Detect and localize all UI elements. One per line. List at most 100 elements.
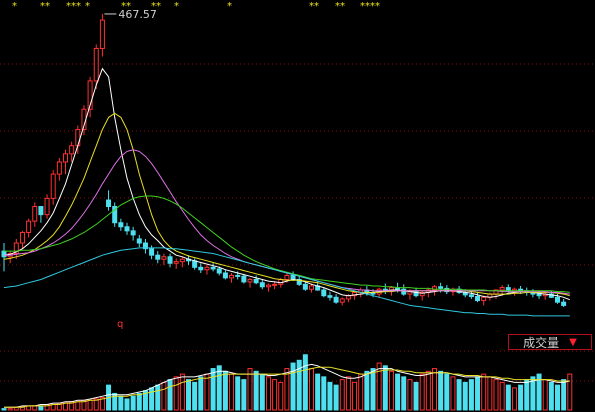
candle-body bbox=[167, 256, 173, 264]
volume-bar bbox=[99, 397, 105, 411]
candle-body bbox=[284, 274, 290, 280]
volume-bar bbox=[309, 368, 314, 411]
volume-bar bbox=[26, 405, 32, 411]
volume-indicator-dropdown[interactable]: 成交量 ▼ bbox=[508, 334, 592, 350]
volume-bar bbox=[567, 373, 573, 411]
volume-bar bbox=[302, 354, 308, 411]
volume-bar bbox=[290, 362, 296, 411]
volume-bar bbox=[44, 403, 50, 411]
volume-bar bbox=[81, 399, 87, 411]
volume-bar bbox=[327, 381, 333, 411]
candle-body bbox=[63, 153, 68, 163]
candle-body bbox=[50, 173, 56, 199]
volume-ma-line bbox=[4, 363, 570, 408]
candle-body bbox=[222, 272, 228, 279]
candle-body bbox=[26, 220, 32, 233]
candle-body bbox=[309, 285, 314, 290]
star-mark: ** bbox=[335, 1, 345, 12]
star-mark: * bbox=[174, 1, 179, 12]
volume-bar bbox=[462, 381, 468, 411]
volume-bar bbox=[432, 368, 437, 411]
volume-bar bbox=[136, 392, 142, 411]
candle-body bbox=[247, 278, 253, 283]
volume-bar bbox=[518, 384, 524, 411]
volume-bar bbox=[548, 381, 554, 411]
volume-bar bbox=[370, 368, 376, 411]
candle-body bbox=[253, 278, 259, 284]
volume-bar bbox=[505, 384, 511, 411]
candle-body bbox=[161, 256, 167, 260]
candle-body bbox=[468, 294, 474, 297]
volume-bar bbox=[13, 406, 19, 411]
candle-body bbox=[210, 266, 216, 270]
volume-bar bbox=[142, 390, 148, 411]
candle-body bbox=[136, 238, 142, 244]
volume-bar bbox=[481, 373, 487, 411]
candle-body bbox=[481, 296, 487, 302]
volume-bar bbox=[1, 408, 7, 411]
volume-bar bbox=[259, 373, 265, 411]
candle-body bbox=[130, 230, 136, 236]
candle-body bbox=[93, 47, 99, 82]
volume-bar bbox=[265, 376, 271, 411]
volume-bar bbox=[499, 381, 505, 411]
volume-ma-lines bbox=[4, 363, 570, 408]
volume-bar bbox=[450, 376, 456, 411]
star-mark: * bbox=[12, 1, 17, 12]
candle-body bbox=[401, 288, 407, 295]
volume-bar bbox=[321, 376, 327, 411]
volume-bar bbox=[112, 392, 118, 411]
volume-bar bbox=[216, 365, 222, 411]
volume-bar bbox=[204, 373, 210, 411]
volume-bar bbox=[247, 368, 253, 411]
candle-body bbox=[241, 275, 247, 283]
volume-bar bbox=[7, 408, 13, 411]
volume-bar bbox=[358, 373, 364, 411]
candle-body bbox=[198, 266, 204, 271]
volume-bar bbox=[278, 381, 284, 411]
volume-bar bbox=[444, 373, 450, 411]
volume-bar bbox=[352, 381, 358, 411]
candle-body bbox=[75, 129, 81, 147]
star-mark: * bbox=[85, 1, 90, 12]
volume-bar bbox=[38, 405, 44, 411]
candle-body bbox=[302, 283, 308, 290]
volume-bar bbox=[395, 373, 401, 411]
candle-body bbox=[339, 298, 345, 303]
candle-body bbox=[32, 206, 38, 222]
star-mark: *** bbox=[66, 1, 81, 12]
volume-bar bbox=[524, 379, 530, 411]
candle-body bbox=[333, 296, 339, 303]
candle-body bbox=[173, 261, 179, 264]
max-price-label: 467.57 bbox=[118, 8, 156, 21]
candle-body bbox=[69, 145, 75, 155]
candle-body bbox=[561, 301, 567, 306]
volume-bar bbox=[388, 370, 394, 411]
volume-bar bbox=[124, 398, 130, 411]
volume-bar bbox=[93, 398, 99, 411]
volume-bar bbox=[198, 376, 204, 411]
volume-bar bbox=[75, 401, 81, 411]
volume-bar bbox=[413, 381, 419, 411]
volume-bar bbox=[468, 379, 474, 411]
candle-body bbox=[155, 254, 161, 260]
star-mark: ** bbox=[309, 1, 319, 12]
volume-bar bbox=[382, 365, 388, 411]
candle-body bbox=[179, 258, 185, 263]
candle-body bbox=[321, 289, 327, 297]
volume-bar bbox=[106, 384, 112, 411]
volume-bar bbox=[50, 403, 56, 411]
kline-chart: * ** *** * ** ** * * ** ** **** 467.57 q 成交量 ▼ bbox=[0, 0, 595, 412]
candle-body bbox=[555, 296, 560, 303]
volume-grid bbox=[0, 350, 595, 382]
volume-bar bbox=[493, 379, 499, 411]
star-marks: * ** *** * ** ** * * ** ** **** bbox=[12, 1, 380, 12]
candle-body bbox=[499, 287, 505, 291]
volume-bar bbox=[272, 379, 278, 411]
candlesticks bbox=[1, 13, 567, 308]
volume-bar bbox=[192, 381, 198, 411]
volume-bar bbox=[210, 368, 216, 411]
candle-body bbox=[192, 260, 198, 268]
candle-body bbox=[124, 226, 130, 232]
candle-body bbox=[204, 266, 210, 271]
